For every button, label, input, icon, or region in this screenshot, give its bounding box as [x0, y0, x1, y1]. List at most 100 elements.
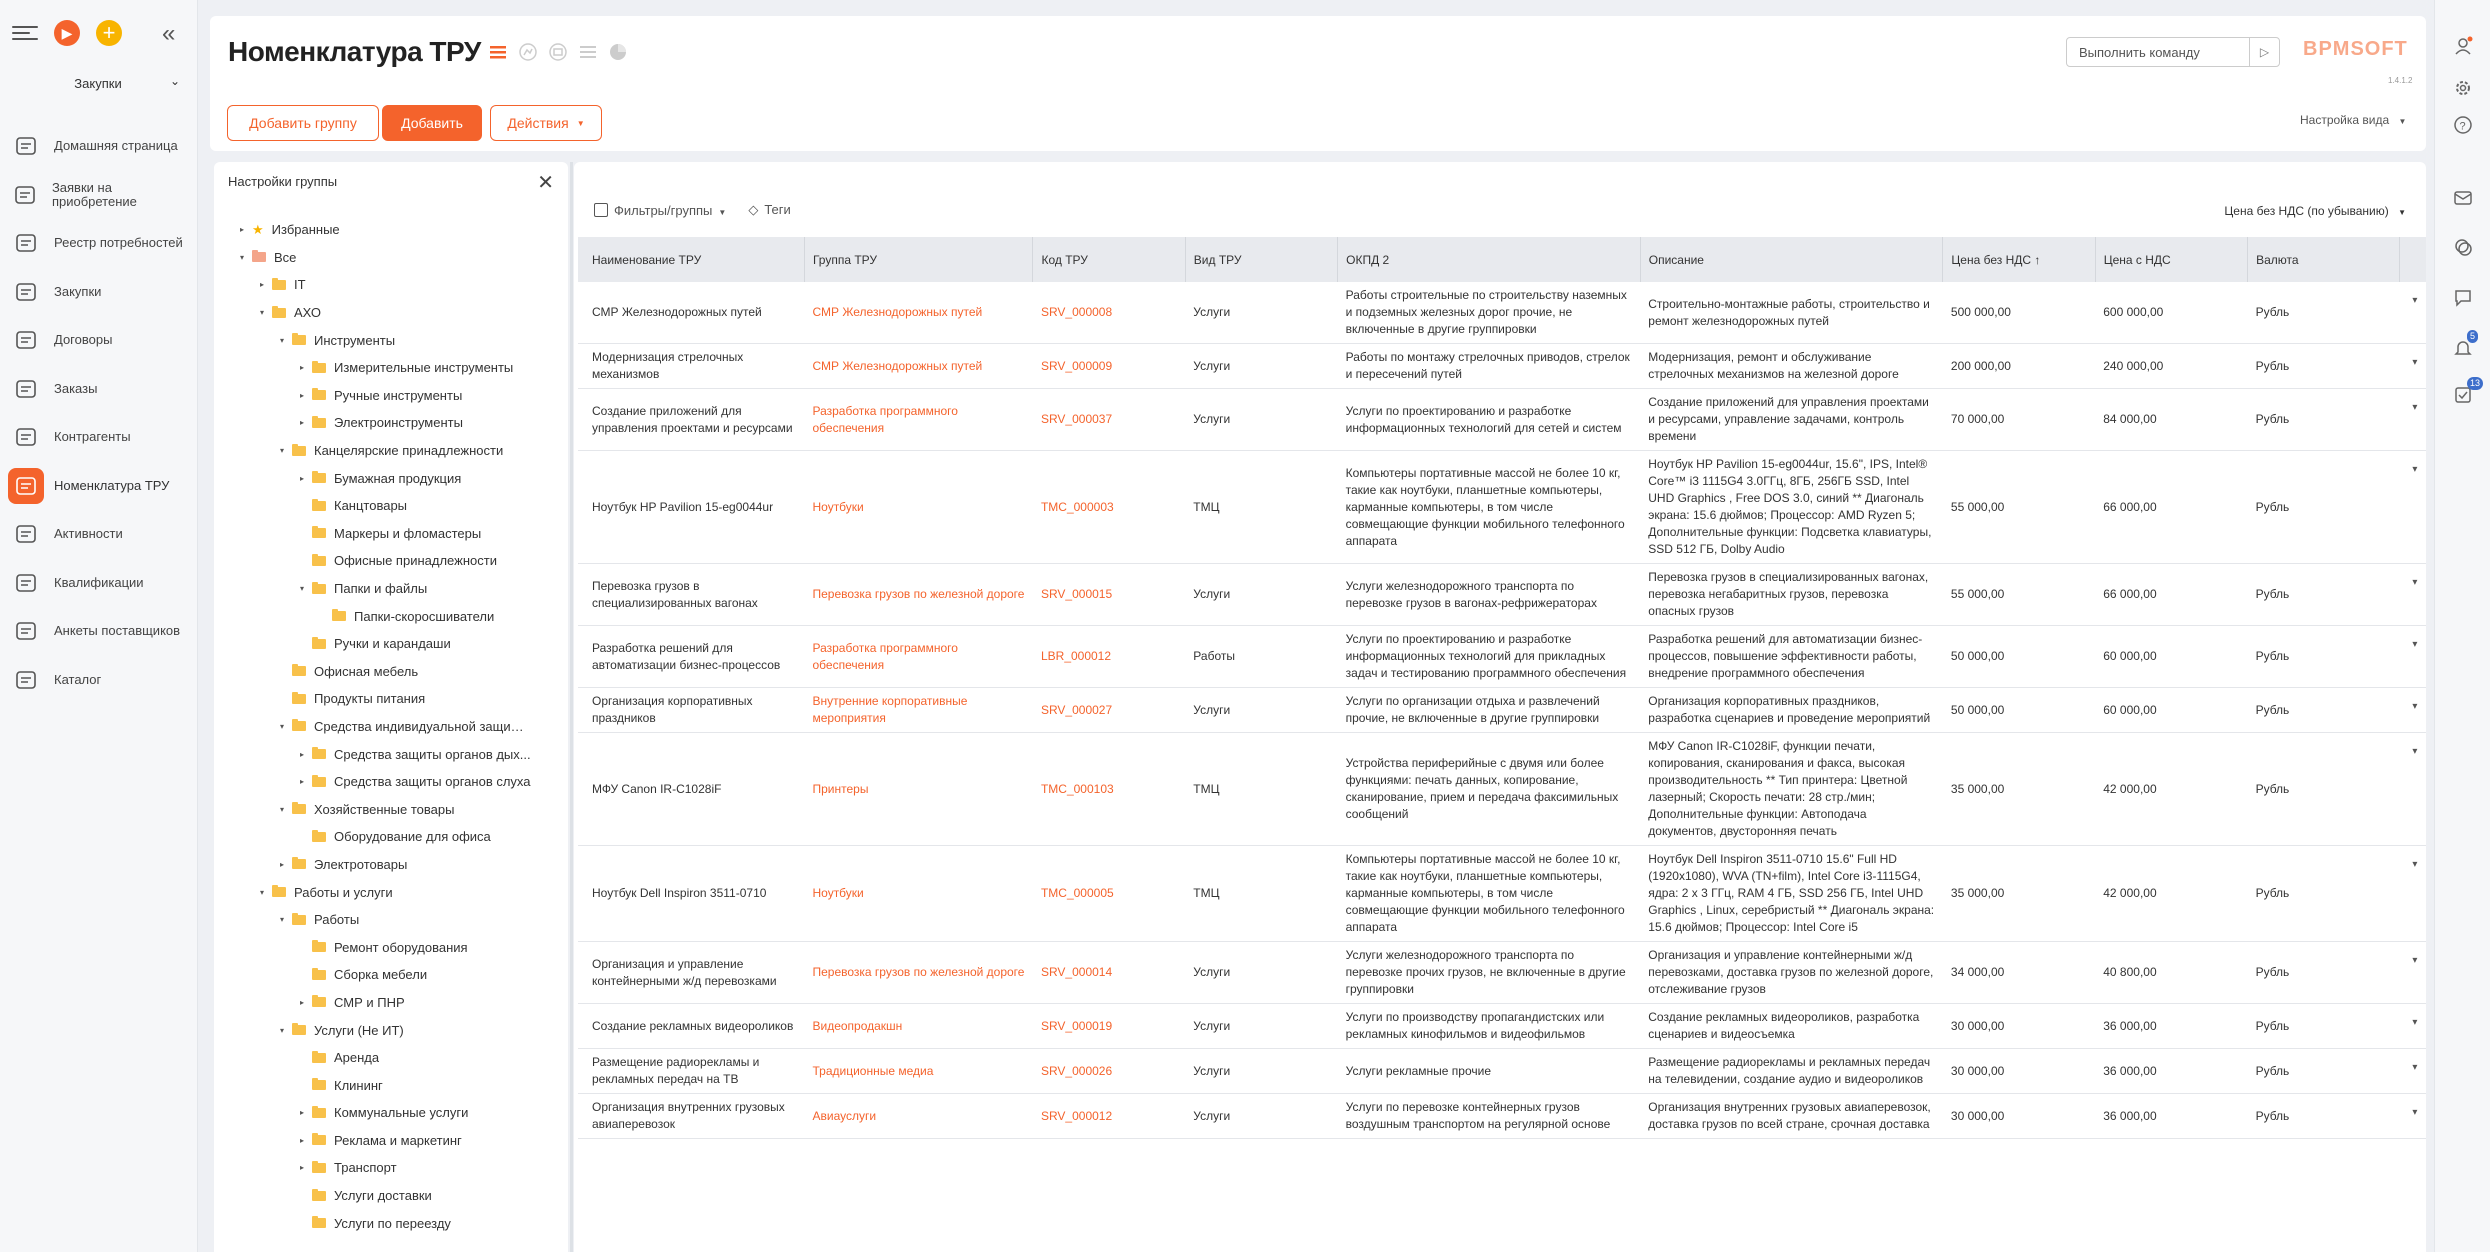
tree-node[interactable]: Офисные принадлежности [214, 547, 568, 575]
tree-node[interactable]: Услуги доставки [214, 1182, 568, 1210]
profile-icon[interactable] [2453, 36, 2473, 56]
tree-node[interactable]: ▾ Все [214, 244, 568, 272]
cell-group[interactable]: Перевозка грузов по железной дороге [804, 563, 1033, 626]
play-icon[interactable]: ▶ [54, 20, 80, 46]
column-header[interactable]: Код ТРУ [1032, 237, 1186, 282]
column-header[interactable]: Описание [1639, 237, 1943, 282]
tree-node[interactable]: ▾ Хозяйственные товары [214, 795, 568, 823]
row-menu-icon[interactable]: ▾ [2399, 625, 2426, 688]
tree-node[interactable]: ▾ Услуги (Не ИТ) [214, 1016, 568, 1044]
analytics-view-icon[interactable] [518, 42, 538, 62]
cell-group[interactable]: СМР Железнодорожных путей [804, 343, 1033, 389]
expand-arrow-icon[interactable]: ▾ [276, 805, 288, 814]
tree-node[interactable]: ▸ Реклама и маркетинг [214, 1127, 568, 1155]
table-row[interactable]: Ноутбук Dell Inspiron 3511-0710 Ноутбуки T… [578, 845, 2426, 942]
column-header[interactable]: ОКПД 2 [1337, 237, 1641, 282]
table-row[interactable]: Перевозка грузов в специализированных ва… [578, 563, 2426, 626]
tree-node[interactable]: ▾ Работы и услуги [214, 878, 568, 906]
row-menu-icon[interactable]: ▾ [2399, 1003, 2426, 1049]
add-group-button[interactable]: Добавить группу [227, 105, 379, 141]
cell-group[interactable]: Авиауслуги [804, 1093, 1033, 1139]
tree-node[interactable]: ▸ Средства защиты органов дых... [214, 740, 568, 768]
tree-node[interactable]: ▸ ★ Избранные [214, 216, 568, 244]
expand-arrow-icon[interactable]: ▸ [256, 280, 268, 289]
column-header[interactable]: Наименование ТРУ [578, 237, 805, 282]
tree-node[interactable]: Продукты питания [214, 685, 568, 713]
expand-arrow-icon[interactable]: ▸ [296, 391, 308, 400]
expand-arrow-icon[interactable]: ▸ [296, 750, 308, 759]
tree-node[interactable]: Клининг [214, 1071, 568, 1099]
run-command-icon[interactable]: ▷ [2249, 38, 2279, 66]
expand-arrow-icon[interactable]: ▾ [296, 584, 308, 593]
tree-node[interactable]: Сборка мебели [214, 961, 568, 989]
row-menu-icon[interactable]: ▾ [2399, 941, 2426, 1004]
tree-node[interactable]: ▸ IT [214, 271, 568, 299]
section-selector[interactable]: Закупки ⌄ [12, 70, 184, 96]
expand-arrow-icon[interactable]: ▸ [296, 1136, 308, 1145]
cell-code[interactable]: SRV_000027 [1032, 687, 1186, 733]
expand-arrow-icon[interactable]: ▸ [296, 1108, 308, 1117]
chat-icon[interactable] [2453, 237, 2473, 257]
sidebar-item-6[interactable]: Контрагенты [8, 413, 192, 462]
tags-button[interactable]: ◇ Теги [748, 202, 790, 218]
tree-node[interactable]: Офисная мебель [214, 658, 568, 686]
help-icon[interactable]: ? [2453, 115, 2473, 135]
view-settings-button[interactable]: Настройка вида ▼ [2300, 113, 2406, 127]
add-button[interactable]: Добавить [382, 105, 482, 141]
table-row[interactable]: Организация и управление контейнерными ж… [578, 941, 2426, 1004]
column-header[interactable]: Цена с НДС [2094, 237, 2248, 282]
tree-node[interactable]: Аренда [214, 1044, 568, 1072]
tree-node[interactable]: Маркеры и фломастеры [214, 520, 568, 548]
cell-code[interactable]: SRV_000009 [1032, 343, 1186, 389]
row-menu-icon[interactable]: ▾ [2399, 1093, 2426, 1139]
menu-icon[interactable] [12, 22, 38, 44]
cell-group[interactable]: Перевозка грузов по железной дороге [804, 941, 1033, 1004]
cell-code[interactable]: SRV_000015 [1032, 563, 1186, 626]
cell-code[interactable]: LBR_000012 [1032, 625, 1186, 688]
table-row[interactable]: Создание рекламных видеороликов Видеопрод… [578, 1003, 2426, 1049]
schedule-view-icon[interactable] [548, 42, 568, 62]
tree-node[interactable]: ▸ Электроинструменты [214, 409, 568, 437]
expand-arrow-icon[interactable]: ▾ [276, 915, 288, 924]
expand-arrow-icon[interactable]: ▾ [276, 336, 288, 345]
tree-node[interactable]: Оборудование для офиса [214, 823, 568, 851]
tree-node[interactable]: ▾ Работы [214, 906, 568, 934]
sidebar-item-2[interactable]: Реестр потребностей [8, 219, 192, 268]
dashboard-view-icon[interactable] [608, 42, 628, 62]
cell-code[interactable]: SRV_000037 [1032, 388, 1186, 451]
sidebar-item-10[interactable]: Анкеты поставщиков [8, 607, 192, 656]
cell-group[interactable]: Ноутбуки [804, 845, 1033, 942]
row-menu-icon[interactable]: ▾ [2399, 845, 2426, 942]
cell-group[interactable]: Видеопродакшн [804, 1003, 1033, 1049]
column-header[interactable]: Цена без НДС ↑ [1942, 237, 2096, 282]
expand-arrow-icon[interactable]: ▸ [236, 225, 248, 234]
expand-arrow-icon[interactable]: ▸ [296, 418, 308, 427]
table-row[interactable]: Ноутбук HP Pavilion 15-eg0044ur Ноутбуки T… [578, 450, 2426, 564]
tree-node[interactable]: ▸ Бумажная продукция [214, 464, 568, 492]
tree-node[interactable]: ▸ Коммунальные услуги [214, 1099, 568, 1127]
cell-group[interactable]: Принтеры [804, 732, 1033, 846]
cell-group[interactable]: Разработка программного обеспечения [804, 388, 1033, 451]
row-menu-icon[interactable]: ▾ [2399, 1048, 2426, 1094]
tree-node[interactable]: ▾ Папки и файлы [214, 575, 568, 603]
row-menu-icon[interactable]: ▾ [2399, 687, 2426, 733]
sidebar-item-9[interactable]: Квалификации [8, 559, 192, 608]
expand-arrow-icon[interactable]: ▾ [276, 446, 288, 455]
tree-node[interactable]: ▸ СМР и ПНР [214, 989, 568, 1017]
table-row[interactable]: Модернизация стрелочных механизмов СМР Же… [578, 343, 2426, 389]
row-menu-icon[interactable]: ▾ [2399, 388, 2426, 451]
table-row[interactable]: Организация внутренних грузовых авиапере… [578, 1093, 2426, 1139]
cell-group[interactable]: Ноутбуки [804, 450, 1033, 564]
tree-node[interactable]: ▸ Транспорт [214, 1154, 568, 1182]
add-icon[interactable]: + [96, 20, 122, 46]
cell-code[interactable]: TMC_000103 [1032, 732, 1186, 846]
mail-icon[interactable] [2453, 188, 2473, 208]
feed-icon[interactable] [2453, 288, 2473, 308]
cell-code[interactable]: SRV_000014 [1032, 941, 1186, 1004]
cell-code[interactable]: TMC_000003 [1032, 450, 1186, 564]
table-row[interactable]: МФУ Canon IR-C1028iF Принтеры TMC_000103 ТМ… [578, 732, 2426, 846]
expand-arrow-icon[interactable]: ▸ [296, 1163, 308, 1172]
cell-code[interactable]: SRV_000012 [1032, 1093, 1186, 1139]
filters-button[interactable]: Фильтры/группы ▼ [594, 202, 726, 218]
sidebar-item-5[interactable]: Заказы [8, 365, 192, 414]
